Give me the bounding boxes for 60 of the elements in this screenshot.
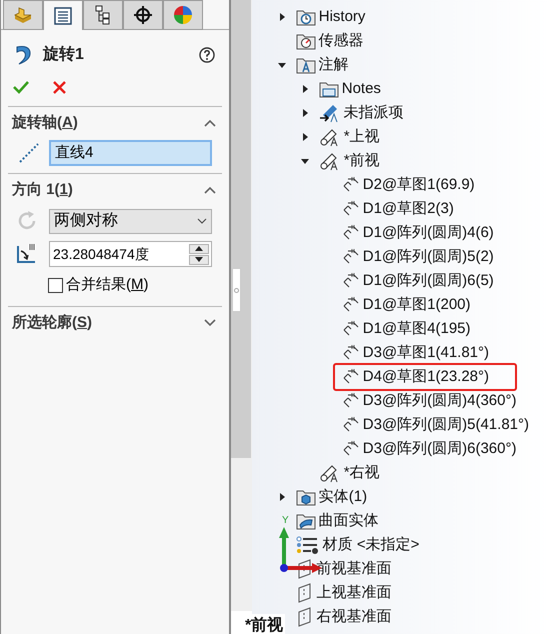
dimension-icon bbox=[342, 416, 360, 434]
view-label: *前视 bbox=[245, 614, 286, 634]
scrollbar-thumb[interactable] bbox=[230, 0, 251, 458]
up-triangle-icon bbox=[195, 246, 203, 251]
collapse-chevron-icon[interactable] bbox=[204, 119, 216, 127]
panel-tab[interactable] bbox=[123, 0, 163, 30]
configuration-icon bbox=[95, 5, 111, 25]
tree-item[interactable]: D4@草图1(23.28°) bbox=[332, 363, 518, 391]
part-icon bbox=[13, 6, 33, 24]
surface-folder-icon bbox=[296, 512, 316, 530]
angle-field[interactable]: 23.28048474度 bbox=[49, 241, 212, 267]
help-icon[interactable] bbox=[198, 47, 215, 63]
dimension-icon bbox=[342, 440, 360, 458]
notes-folder-icon bbox=[318, 80, 339, 98]
down-triangle-icon bbox=[195, 257, 203, 262]
dimension-icon bbox=[342, 296, 360, 314]
annotation-folder-icon bbox=[296, 56, 316, 74]
rotate-icon bbox=[16, 210, 38, 232]
dimension-icon bbox=[342, 248, 360, 266]
collapsed-arrow-icon[interactable] bbox=[300, 109, 309, 117]
collapsed-arrow-icon[interactable] bbox=[300, 85, 309, 93]
expanded-arrow-icon[interactable] bbox=[300, 157, 309, 165]
dimension-icon bbox=[342, 176, 360, 194]
checkbox[interactable] bbox=[48, 278, 63, 292]
dimension-icon bbox=[342, 344, 360, 362]
splitter-handle[interactable] bbox=[232, 268, 241, 312]
section-title: 旋转轴(A) bbox=[12, 112, 78, 133]
section-title: 方向 1(1) bbox=[12, 180, 73, 200]
dimension-icon bbox=[342, 224, 360, 242]
cancel-x-icon[interactable] bbox=[53, 80, 66, 94]
collapsed-arrow-icon[interactable] bbox=[278, 493, 286, 501]
dimension-icon bbox=[342, 392, 360, 410]
dimension-icon bbox=[342, 368, 360, 386]
confirm-check-icon[interactable] bbox=[13, 80, 29, 94]
direction-dropdown[interactable]: 两侧对称 bbox=[49, 208, 212, 234]
list-icon bbox=[54, 6, 72, 24]
dropdown-caret-icon bbox=[197, 218, 207, 224]
spin-down-button[interactable] bbox=[189, 254, 209, 264]
feature-title: 旋转1 bbox=[43, 44, 84, 65]
material-icon bbox=[296, 536, 320, 554]
color-wheel-icon bbox=[173, 5, 193, 25]
checkbox-label: 合并结果(M) bbox=[66, 274, 148, 295]
collapsed-arrow-icon[interactable] bbox=[278, 13, 286, 21]
dimension-icon bbox=[342, 272, 360, 290]
spin-up-button[interactable] bbox=[189, 244, 209, 254]
crosshair-icon bbox=[133, 5, 153, 25]
section-title: 所选轮廓(S) bbox=[12, 312, 92, 333]
expanded-arrow-icon[interactable] bbox=[278, 61, 286, 69]
gauge-folder-icon bbox=[296, 32, 316, 50]
axis-field[interactable]: 直线4 bbox=[49, 140, 212, 166]
collapsed-arrow-icon[interactable] bbox=[300, 133, 309, 141]
solid-folder-icon bbox=[296, 488, 316, 506]
panel-tab[interactable] bbox=[43, 0, 83, 30]
expand-chevron-icon[interactable] bbox=[204, 319, 216, 327]
panel-tab[interactable] bbox=[83, 0, 123, 30]
dimension-icon bbox=[342, 320, 360, 338]
collapse-chevron-icon[interactable] bbox=[204, 186, 216, 194]
dimension-icon bbox=[342, 200, 360, 218]
dashed-line-icon bbox=[18, 142, 40, 164]
history-folder-icon bbox=[296, 8, 316, 26]
